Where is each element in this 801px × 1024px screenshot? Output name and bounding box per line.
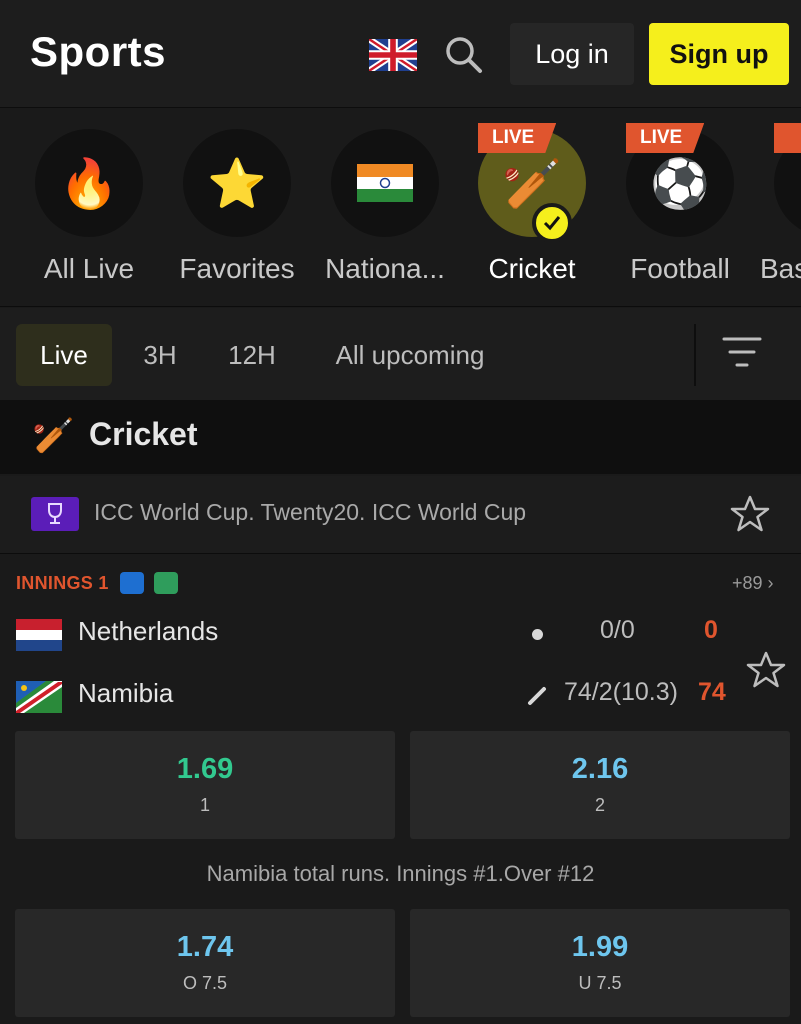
- time-filter-bar: Live 3H 12H All upcoming: [0, 308, 801, 400]
- odd-label: O 7.5: [182, 973, 228, 993]
- top-header: Sports Log in Sign up: [0, 0, 801, 108]
- category-national[interactable]: Nationa...: [311, 129, 461, 299]
- category-label: Football: [630, 253, 730, 284]
- category-label: All Live: [43, 253, 135, 284]
- page-title: Sports: [30, 28, 167, 75]
- odd-value: 1.99: [571, 931, 629, 963]
- category-cricket[interactable]: 🏏 LIVE Cricket: [458, 123, 608, 299]
- market-title: Namibia total runs. Innings #1.Over #12: [206, 861, 595, 886]
- star-icon: ⭐: [183, 129, 291, 237]
- filter-live[interactable]: Live: [16, 324, 112, 386]
- search-icon[interactable]: [443, 34, 483, 74]
- namibia-flag-icon: [16, 681, 62, 713]
- league-row[interactable]: ICC World Cup. Twenty20. ICC World Cup: [0, 476, 801, 554]
- live-badge: LIVE: [478, 123, 557, 153]
- live-badge: LIVE: [626, 123, 705, 153]
- category-label: Bas: [760, 253, 801, 284]
- signup-button[interactable]: Sign up: [649, 23, 789, 85]
- odd-value: 2.16: [571, 753, 629, 785]
- team-score: 0: [704, 616, 718, 644]
- cricket-icon: 🏏: [32, 417, 75, 455]
- filter-all-upcoming[interactable]: All upcoming: [322, 324, 498, 386]
- category-label: Favorites: [179, 253, 295, 284]
- score-detail: 74/2(10.3): [564, 678, 678, 706]
- section-title: Cricket: [89, 416, 198, 452]
- team-row: Namibia 74/2(10.3) 74: [0, 669, 801, 719]
- category-football[interactable]: ⚽ LIVE Football: [606, 123, 756, 299]
- team-name: Netherlands: [78, 616, 219, 646]
- favorite-star-icon[interactable]: [730, 494, 770, 534]
- category-all-live[interactable]: 🔥 All Live: [15, 129, 165, 299]
- team-score: 74: [698, 678, 726, 706]
- favorite-star-icon[interactable]: [746, 650, 786, 690]
- batting-indicator-icon: [532, 629, 543, 640]
- score-detail: 0/0: [600, 616, 635, 644]
- team-row: Netherlands 0/0 0: [0, 607, 801, 657]
- odd-value: 1.74: [176, 931, 234, 963]
- category-label: Cricket: [488, 253, 576, 284]
- field-icon: [154, 572, 178, 594]
- match-status: INNINGS 1: [16, 573, 109, 593]
- odd-label: U 7.5: [578, 973, 622, 993]
- live-badge: [774, 123, 801, 153]
- filter-icon[interactable]: [722, 334, 762, 370]
- category-basketball[interactable]: 🏀 Bas: [754, 123, 801, 299]
- bat-icon: [528, 687, 546, 705]
- stream-icon: [120, 572, 144, 594]
- category-favorites[interactable]: ⭐ Favorites: [163, 129, 313, 299]
- odd-value: 1.69: [176, 753, 234, 785]
- league-name: ICC World Cup. Twenty20. ICC World Cup: [94, 499, 527, 525]
- filter-12h[interactable]: 12H: [220, 324, 284, 386]
- sport-section-header: 🏏 Cricket: [0, 400, 801, 474]
- more-markets-link[interactable]: +89 ›: [732, 573, 774, 594]
- icc-logo-icon: [31, 497, 79, 531]
- odd-button[interactable]: 1.69 1: [15, 731, 395, 839]
- divider: [694, 324, 696, 386]
- filter-3h[interactable]: 3H: [134, 324, 186, 386]
- checkmark-icon: [532, 203, 572, 243]
- category-label: Nationa...: [325, 253, 445, 284]
- odd-button[interactable]: 1.74 O 7.5: [15, 909, 395, 1017]
- odd-button[interactable]: 2.16 2: [410, 731, 790, 839]
- match-card[interactable]: INNINGS 1 +89 › Netherlands 0/0 0 Namibi…: [0, 555, 801, 1024]
- team-name: Namibia: [78, 678, 174, 708]
- uk-flag-icon[interactable]: [369, 39, 417, 71]
- sport-categories-bar: 🔥 All Live ⭐ Favorites Nationa... 🏏 LIVE…: [0, 109, 801, 307]
- odd-button[interactable]: 1.99 U 7.5: [410, 909, 790, 1017]
- india-flag-icon: [331, 129, 439, 237]
- odd-label: 1: [199, 795, 210, 815]
- login-button[interactable]: Log in: [510, 23, 634, 85]
- odd-label: 2: [594, 795, 605, 815]
- netherlands-flag-icon: [16, 619, 62, 651]
- fire-icon: 🔥: [35, 129, 143, 237]
